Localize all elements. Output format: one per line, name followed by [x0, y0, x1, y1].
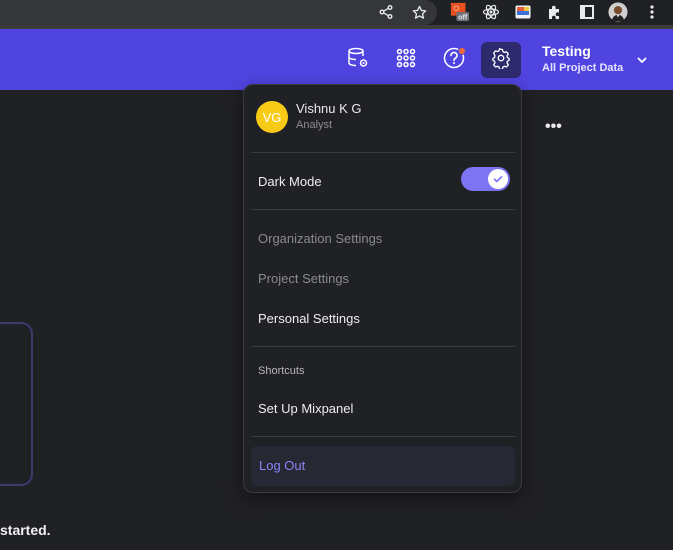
log-out-label: Log Out — [259, 458, 306, 473]
apps-grid-button[interactable] — [386, 42, 426, 78]
user-avatar: VG — [256, 101, 288, 133]
extension-off-icon[interactable]: off — [450, 2, 470, 22]
organization-settings-item[interactable]: Organization Settings — [258, 231, 382, 246]
check-icon — [493, 176, 503, 183]
project-scope: All Project Data — [542, 62, 624, 74]
user-role: Analyst — [296, 119, 333, 131]
settings-icon — [490, 47, 512, 74]
getting-started-text: started. — [0, 522, 51, 538]
share-icon[interactable] — [376, 2, 396, 22]
browser-toolbar: off — [0, 0, 673, 25]
settings-menu: VG Vishnu K G Analyst Dark Mode Organiza… — [243, 84, 522, 493]
react-devtools-icon[interactable] — [481, 2, 501, 22]
data-management-button[interactable] — [338, 42, 378, 78]
help-button[interactable] — [434, 42, 474, 78]
settings-button[interactable] — [481, 42, 521, 78]
shortcuts-heading: Shortcuts — [258, 365, 305, 377]
profile-avatar[interactable] — [608, 2, 628, 22]
personal-settings-item[interactable]: Personal Settings — [258, 311, 360, 326]
menu-divider — [251, 436, 515, 437]
extension-color-icon[interactable] — [513, 2, 533, 22]
ext-off-label: off — [458, 12, 468, 21]
project-selector[interactable]: Testing All Project Data — [542, 42, 623, 76]
data-management-icon — [346, 46, 370, 75]
chevron-down-icon[interactable] — [636, 53, 648, 65]
user-name: Vishnu K G — [296, 101, 362, 116]
menu-divider — [251, 152, 515, 153]
chrome-menu-icon[interactable] — [642, 2, 662, 22]
address-bar[interactable] — [0, 0, 437, 25]
bookmark-star-icon[interactable] — [409, 2, 429, 22]
project-name: Testing — [542, 43, 591, 59]
log-out-button[interactable]: Log Out — [251, 446, 515, 486]
app-header: Testing All Project Data — [0, 29, 673, 90]
extensions-puzzle-icon[interactable] — [545, 2, 565, 22]
notification-badge — [458, 47, 466, 55]
toggle-knob — [488, 169, 508, 189]
dark-mode-toggle[interactable] — [461, 167, 510, 191]
project-settings-item[interactable]: Project Settings — [258, 271, 349, 286]
more-options-icon[interactable]: ••• — [545, 118, 562, 136]
apps-grid-icon — [396, 48, 416, 73]
dark-mode-label: Dark Mode — [258, 174, 322, 189]
menu-divider — [251, 209, 515, 210]
set-up-mixpanel-item[interactable]: Set Up Mixpanel — [258, 401, 353, 416]
menu-divider — [251, 346, 515, 347]
onboarding-card[interactable] — [0, 322, 33, 486]
sidebar-icon[interactable] — [577, 2, 597, 22]
